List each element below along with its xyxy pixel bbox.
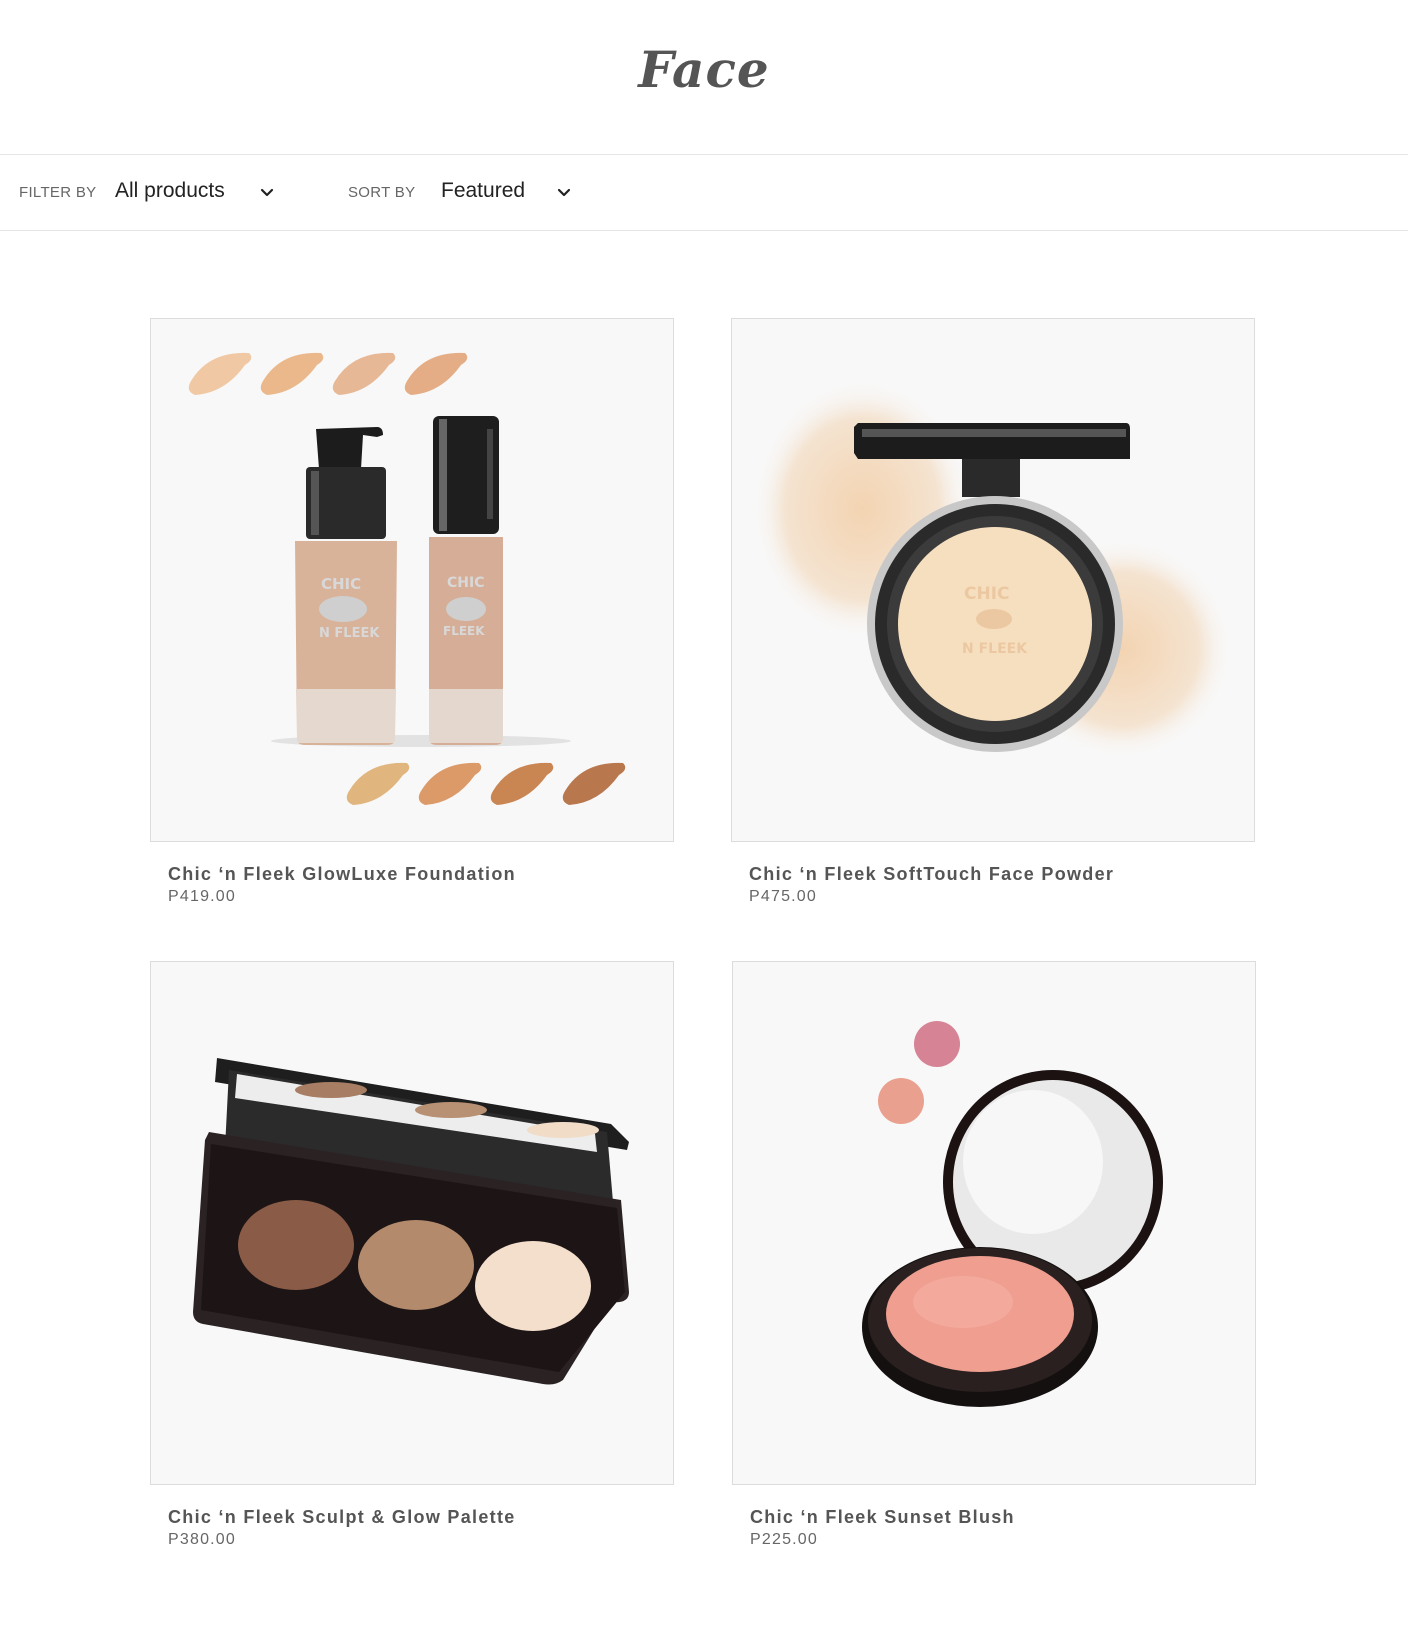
product-price: P225.00 [750, 1531, 819, 1548]
svg-text:N FLEEK: N FLEEK [962, 641, 1028, 657]
product-title[interactable]: Chic ‘n Fleek Sculpt & Glow Palette [168, 1507, 516, 1528]
product-title[interactable]: Chic ‘n Fleek SoftTouch Face Powder [749, 864, 1114, 885]
svg-text:N FLEEK: N FLEEK [319, 626, 380, 641]
svg-text:CHIC: CHIC [447, 575, 484, 591]
product-price: P475.00 [749, 888, 818, 905]
svg-text:FLEEK: FLEEK [443, 624, 485, 638]
page-title: Face [638, 40, 770, 99]
shade-swatches-top [188, 352, 468, 395]
product-image[interactable]: CHIC N FLEEK CHIC FLEEK [150, 318, 674, 842]
face-powder-compact-image: CHIC N FLEEK [752, 379, 1232, 759]
product-image[interactable] [150, 961, 674, 1485]
blush-swatch [878, 1078, 924, 1124]
product-title[interactable]: Chic ‘n Fleek Sunset Blush [750, 1507, 1015, 1528]
product-price: P380.00 [168, 1531, 237, 1548]
product-title[interactable]: Chic ‘n Fleek GlowLuxe Foundation [168, 864, 516, 885]
svg-text:CHIC: CHIC [964, 584, 1010, 604]
product-price: P419.00 [168, 888, 237, 905]
sort-select[interactable]: Featured [441, 179, 525, 203]
chevron-down-icon[interactable] [555, 183, 573, 201]
foundation-cap-bottle: CHIC FLEEK [429, 416, 503, 745]
svg-text:CHIC: CHIC [321, 575, 361, 593]
foundation-bottles-image: CHIC N FLEEK CHIC FLEEK [188, 352, 626, 805]
chevron-down-icon[interactable] [258, 183, 276, 201]
filter-select[interactable]: All products [115, 179, 225, 203]
filter-sort-toolbar: FILTER BY All products SORT BY Featured [0, 154, 1408, 231]
sort-label: SORT BY [348, 184, 416, 201]
filter-label: FILTER BY [19, 184, 97, 201]
contour-palette-image [193, 1058, 629, 1385]
blush-compact-image [862, 1021, 1163, 1407]
shade-swatches-bottom [346, 762, 626, 805]
product-image[interactable] [732, 961, 1256, 1485]
blush-swatch [914, 1021, 960, 1067]
product-image[interactable]: CHIC N FLEEK [731, 318, 1255, 842]
foundation-pump-bottle: CHIC N FLEEK [295, 427, 397, 745]
